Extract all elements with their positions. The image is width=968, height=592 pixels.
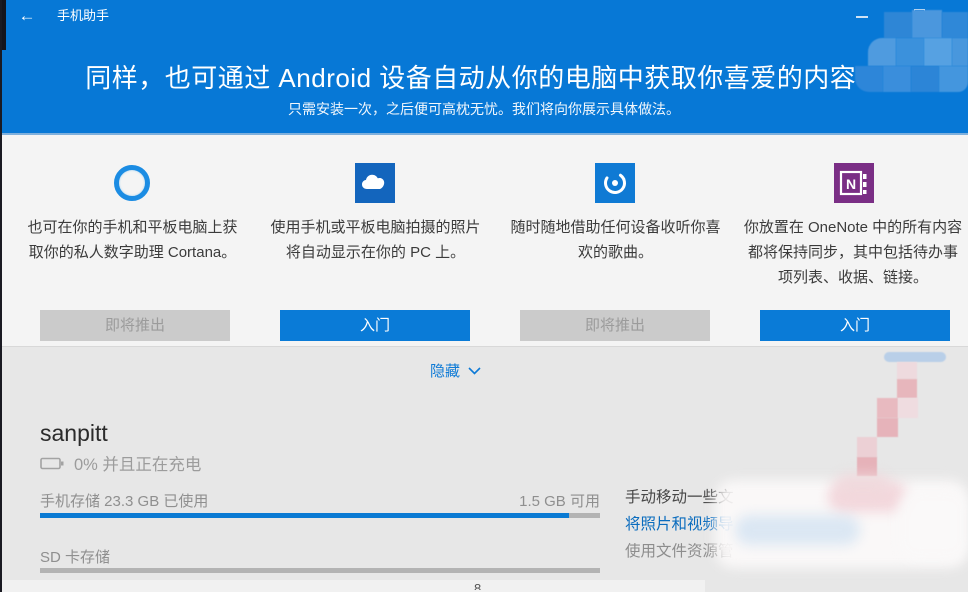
battery-icon <box>40 457 64 469</box>
titlebar: ← 手机助手 <box>0 0 968 32</box>
phone-storage-bar <box>40 513 600 518</box>
feature-text-music: 随时随地借助任何设备收听你喜欢的歌曲。 <box>510 219 721 261</box>
feature-text-photos: 使用手机或平板电脑拍摄的照片将自动显示在你的 PC 上。 <box>270 219 481 261</box>
phone-storage-available: 1.5 GB 可用 <box>519 493 600 510</box>
svg-text:N: N <box>846 176 856 192</box>
app-title: 手机助手 <box>57 8 110 23</box>
feature-text-cortana: 也可在你的手机和平板电脑上获取你的私人数字助理 Cortana。 <box>27 219 238 261</box>
left-edge-line <box>0 0 2 592</box>
cut-off-text: 8 <box>474 581 482 590</box>
minimize-icon <box>856 16 868 18</box>
hide-label: 隐藏 <box>430 363 461 380</box>
hide-toggle[interactable]: 隐藏 <box>430 360 481 381</box>
onenote-icon: N <box>834 163 874 203</box>
coming-soon-button-cortana: 即将推出 <box>40 310 230 341</box>
next-section-edge <box>0 580 705 592</box>
phone-storage-label: 手机存储 23.3 GB 已使用 <box>40 493 209 510</box>
get-started-button-onenote[interactable]: 入门 <box>760 310 950 341</box>
sd-storage-bar <box>40 568 600 573</box>
cortana-ring-icon <box>114 165 150 201</box>
sd-storage-label: SD 卡存储 <box>40 549 111 566</box>
battery-status-row: 0% 并且正在充电 <box>40 453 202 474</box>
hero-subtitle: 只需安装一次，之后便可高枕无忧。我们将向你展示具体做法。 <box>288 101 680 117</box>
back-arrow-icon[interactable]: ← <box>14 4 40 28</box>
hero-title: 同样，也可通过 Android 设备自动从你的电脑中获取你喜爱的内容！ <box>85 63 883 93</box>
get-started-button-photos[interactable]: 入门 <box>280 310 470 341</box>
groove-music-icon <box>595 163 635 203</box>
device-name: sanpitt <box>40 420 108 446</box>
phone-storage-bar-fill <box>40 513 570 518</box>
coming-soon-button-music: 即将推出 <box>520 310 710 341</box>
battery-status-text: 0% 并且正在充电 <box>74 456 202 474</box>
feature-text-onenote: 你放置在 OneNote 中的所有内容都将保持同步，其中包括待办事项列表、收据、… <box>743 219 963 286</box>
chevron-down-icon <box>468 366 481 375</box>
hero-banner: 同样，也可通过 Android 设备自动从你的电脑中获取你喜爱的内容！ 只需安装… <box>0 32 968 135</box>
phone-companion-window: ← 手机助手 同样，也可通过 Android 设备自动从你的电脑中获取你喜爱的内… <box>0 0 968 592</box>
onedrive-cloud-icon <box>355 163 395 203</box>
minimize-button[interactable] <box>845 0 879 30</box>
